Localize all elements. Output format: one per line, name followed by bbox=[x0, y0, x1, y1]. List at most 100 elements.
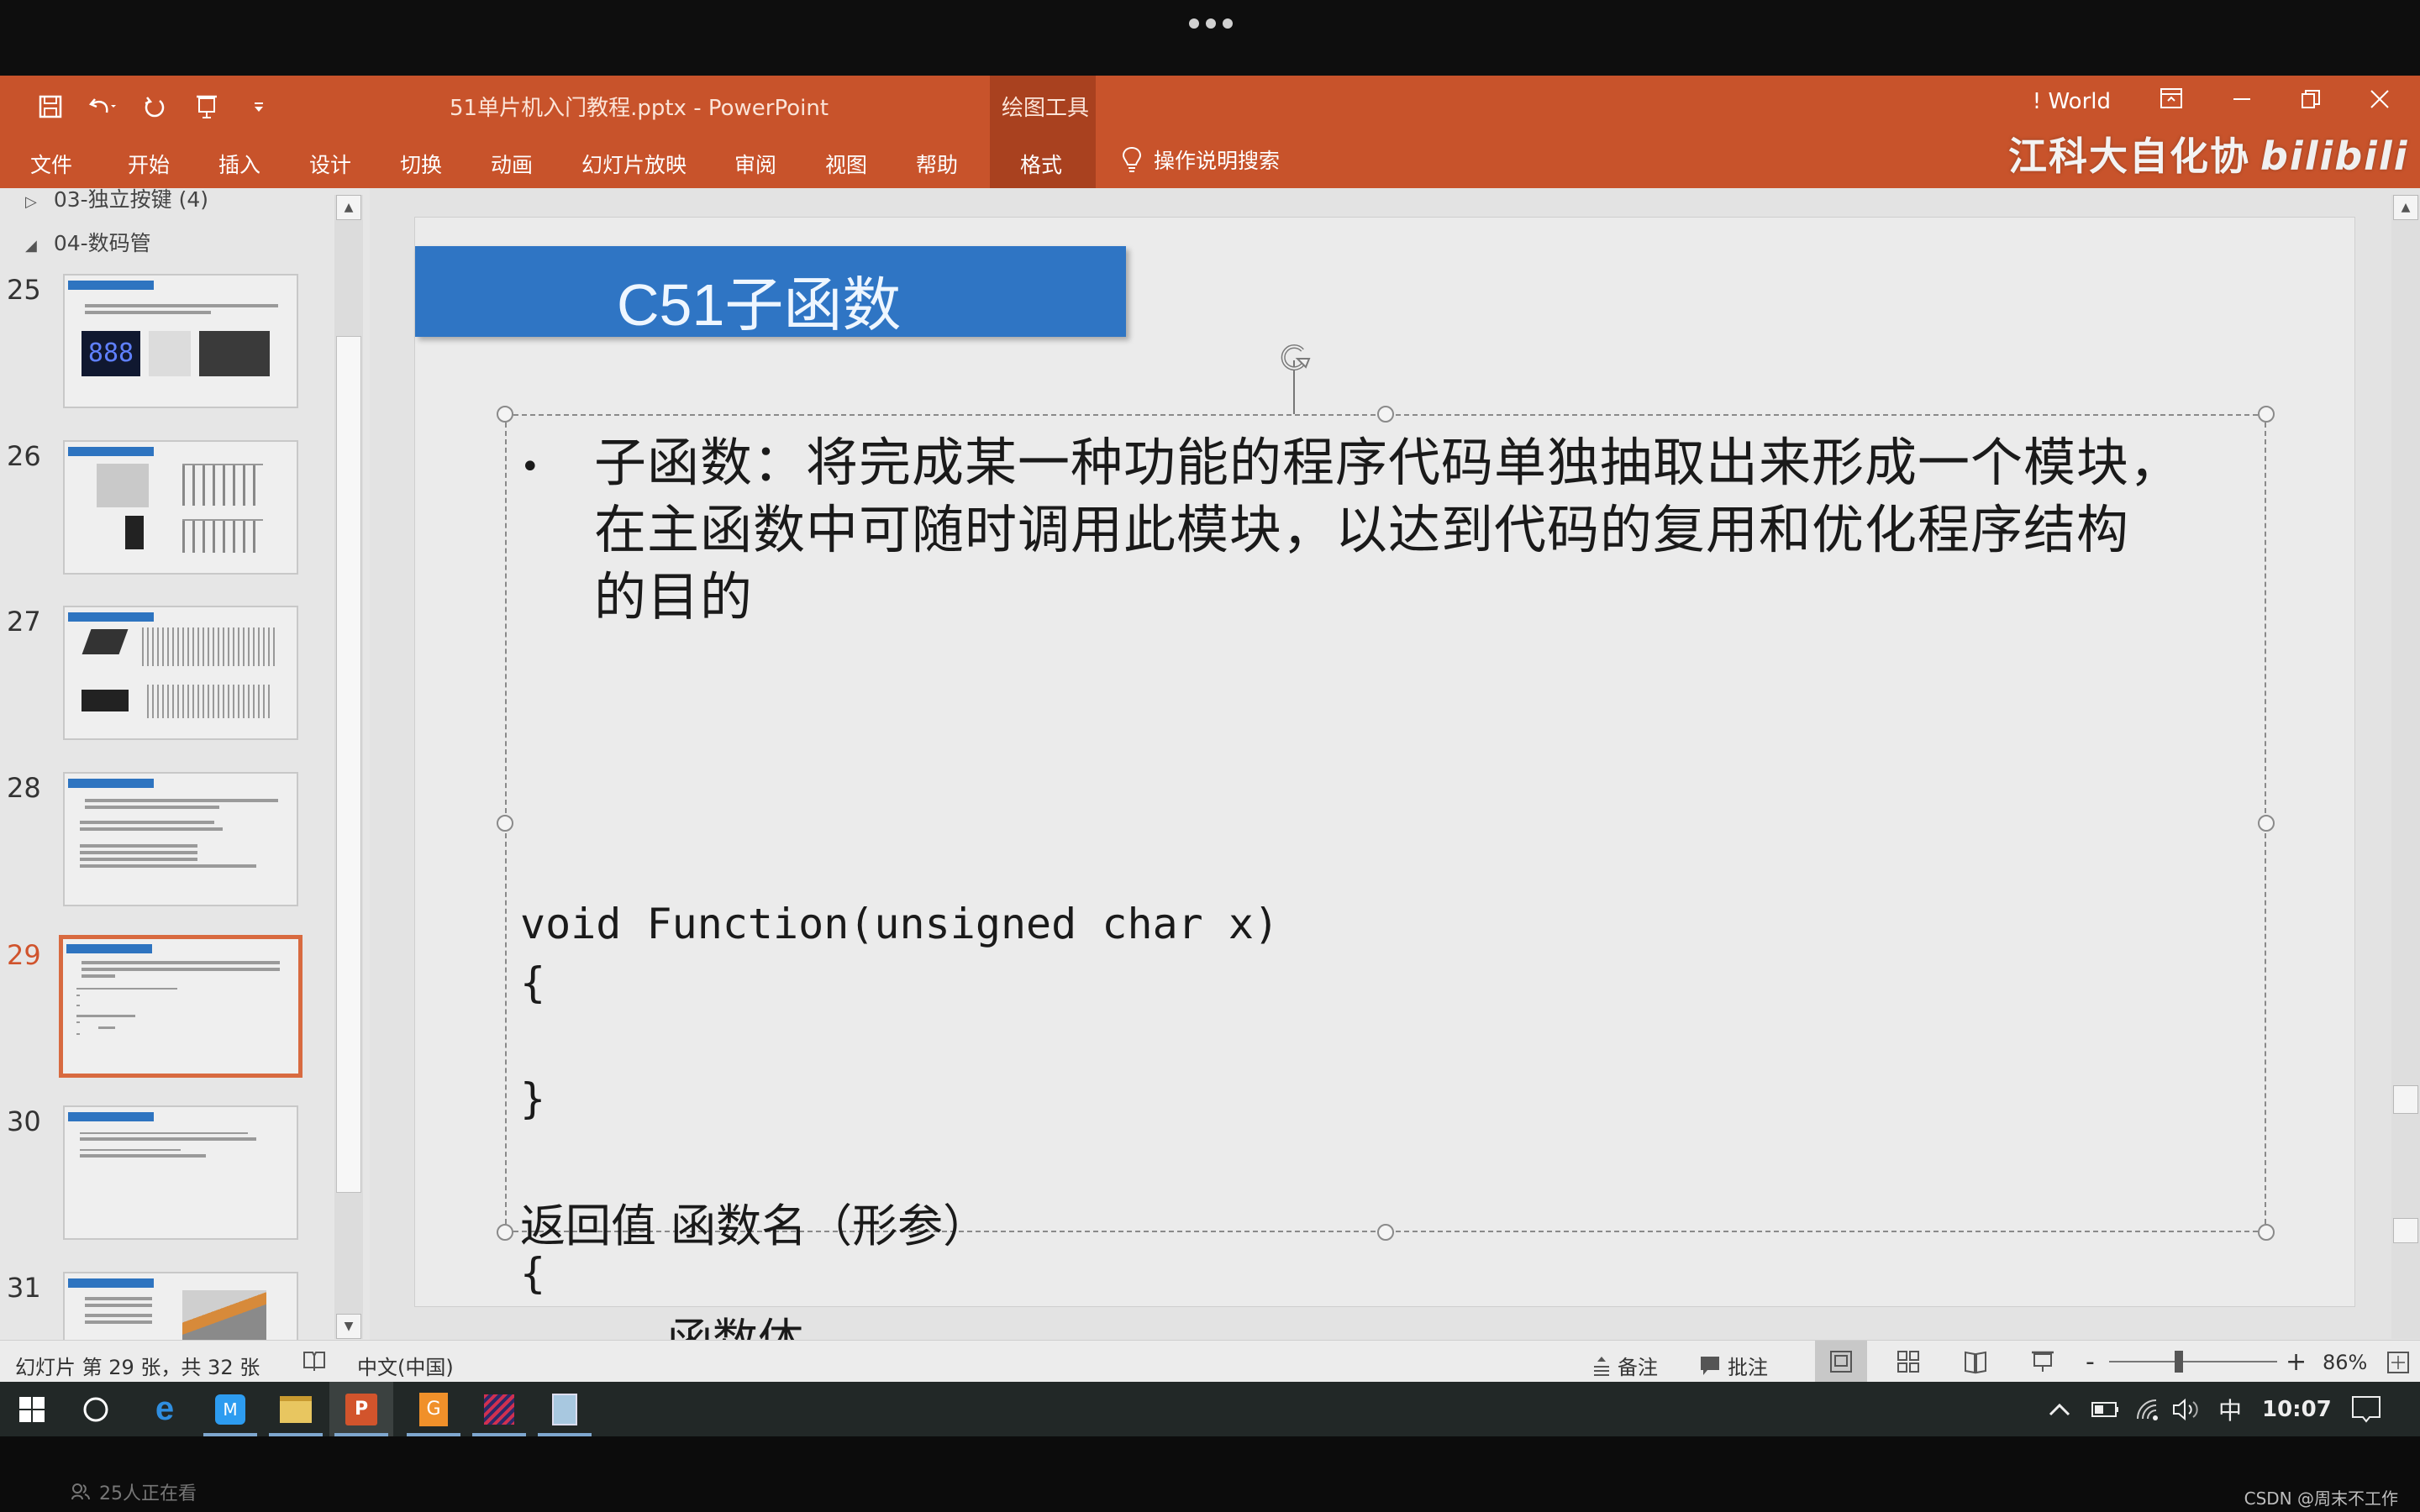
tell-me-search[interactable]: 操作说明搜索 bbox=[1122, 144, 1280, 175]
editor-scrollbar[interactable]: ▲ bbox=[2391, 195, 2420, 1339]
tab-review[interactable]: 审阅 bbox=[734, 149, 776, 179]
thumbnail-scrollbar[interactable]: ▲ ▼ bbox=[334, 195, 363, 1339]
thumbnail-diagram bbox=[182, 519, 263, 553]
language-status[interactable]: 中文(中国) bbox=[357, 1351, 454, 1380]
slide-thumbnail-31[interactable]: 31 bbox=[0, 1272, 336, 1340]
account-name[interactable]: ! World bbox=[2033, 89, 2111, 114]
section-expanded[interactable]: ◢ 04-数码管 bbox=[25, 227, 151, 257]
tab-slideshow[interactable]: 幻灯片放映 bbox=[581, 149, 687, 179]
slide-preview[interactable] bbox=[63, 440, 298, 575]
scrollbar-thumb[interactable] bbox=[336, 336, 361, 1193]
cortana-icon[interactable] bbox=[64, 1382, 128, 1436]
zoom-out-button[interactable]: - bbox=[2086, 1347, 2095, 1377]
slide-canvas[interactable]: C51子函数 • 子函数：将完成某一种功能的程序代码单独抽取出来形成一个模块， … bbox=[414, 217, 2355, 1414]
minimize-icon[interactable] bbox=[2232, 87, 2252, 115]
slide-editor: C51子函数 • 子函数：将完成某一种功能的程序代码单独抽取出来形成一个模块， … bbox=[370, 188, 2420, 1414]
close-icon[interactable] bbox=[2370, 87, 2390, 115]
resize-handle-top[interactable] bbox=[1377, 406, 1394, 423]
slide-thumbnail-27[interactable]: 27 bbox=[0, 606, 336, 740]
blue-app-icon[interactable]: M bbox=[198, 1382, 262, 1436]
slide-thumbnail-30[interactable]: 30 bbox=[0, 1105, 336, 1240]
windows-start-icon[interactable] bbox=[0, 1382, 64, 1436]
definition-line-3: 的目的 bbox=[594, 566, 754, 627]
action-center-icon[interactable] bbox=[2351, 1382, 2381, 1436]
normal-view-icon[interactable] bbox=[1815, 1341, 1867, 1383]
tab-design[interactable]: 设计 bbox=[309, 149, 351, 179]
customize-qat-icon[interactable] bbox=[242, 90, 276, 123]
rotate-handle-icon[interactable] bbox=[1272, 337, 1316, 381]
section-collapsed[interactable]: ▷ 03-独立按键 (4) bbox=[25, 188, 208, 213]
redo-icon[interactable] bbox=[138, 90, 171, 123]
slide-sorter-icon[interactable] bbox=[1882, 1341, 1934, 1383]
zoom-in-button[interactable]: + bbox=[2286, 1347, 2307, 1377]
orange-app-icon[interactable]: G bbox=[402, 1382, 466, 1436]
ribbon-display-options-icon[interactable] bbox=[2160, 87, 2183, 115]
tab-view[interactable]: 视图 bbox=[825, 149, 867, 179]
viewer-count-label: 25人正在看 bbox=[99, 1483, 197, 1504]
scroll-down-icon[interactable]: ▼ bbox=[336, 1314, 361, 1339]
tab-format[interactable]: 格式 bbox=[1020, 149, 1062, 179]
file-explorer-icon[interactable] bbox=[264, 1382, 328, 1436]
spell-check-icon[interactable] bbox=[302, 1351, 326, 1373]
notes-app-icon[interactable] bbox=[533, 1382, 597, 1436]
thumbnail-image bbox=[182, 1290, 266, 1340]
fit-to-window-icon[interactable] bbox=[2386, 1351, 2410, 1374]
save-icon[interactable] bbox=[34, 90, 67, 123]
volume-icon[interactable] bbox=[2171, 1382, 2202, 1436]
slide-preview[interactable] bbox=[63, 772, 298, 906]
slide-thumbnail-25[interactable]: 25 888 bbox=[0, 274, 336, 408]
resize-handle-top-left[interactable] bbox=[497, 406, 513, 423]
resize-handle-right[interactable] bbox=[2258, 815, 2275, 832]
show-hidden-icons[interactable] bbox=[2047, 1382, 2072, 1436]
slide-number: 25 bbox=[7, 274, 41, 306]
resize-handle-bottom-left[interactable] bbox=[497, 1224, 513, 1241]
undo-icon[interactable] bbox=[86, 90, 119, 123]
collapse-triangle-icon[interactable]: ◢ bbox=[25, 237, 37, 255]
scrollbar-thumb[interactable] bbox=[2393, 1085, 2418, 1114]
slide-thumbnail-28[interactable]: 28 bbox=[0, 772, 336, 906]
expand-triangle-icon[interactable]: ▷ bbox=[25, 193, 37, 211]
tab-home[interactable]: 开始 bbox=[128, 149, 170, 179]
scroll-up-icon[interactable]: ▲ bbox=[2393, 195, 2418, 220]
slide-preview-selected[interactable] bbox=[59, 935, 302, 1078]
slideshow-view-icon[interactable] bbox=[2017, 1341, 2069, 1383]
slide-preview[interactable] bbox=[63, 1105, 298, 1240]
slide-body-text[interactable]: • 子函数：将完成某一种功能的程序代码单独抽取出来形成一个模块， 在主函数中可随… bbox=[520, 429, 2251, 1414]
edge-browser-icon[interactable]: e bbox=[133, 1382, 197, 1436]
zoom-slider-track[interactable] bbox=[2109, 1361, 2277, 1362]
reading-view-icon[interactable] bbox=[1949, 1341, 2002, 1383]
resize-handle-top-right[interactable] bbox=[2258, 406, 2275, 423]
tab-transitions[interactable]: 切换 bbox=[400, 149, 442, 179]
resize-handle-bottom-right[interactable] bbox=[2258, 1224, 2275, 1241]
tab-insert[interactable]: 插入 bbox=[218, 149, 260, 179]
start-slideshow-icon[interactable] bbox=[190, 90, 224, 123]
slide-thumbnail-29[interactable]: 29 bbox=[0, 935, 336, 1078]
tab-file[interactable]: 文件 bbox=[30, 149, 72, 179]
resize-handle-left[interactable] bbox=[497, 815, 513, 832]
powerpoint-icon[interactable]: P bbox=[329, 1382, 393, 1436]
tab-help[interactable]: 帮助 bbox=[916, 149, 958, 179]
red-app-icon[interactable] bbox=[467, 1382, 531, 1436]
slide-thumbnail-26[interactable]: 26 bbox=[0, 440, 336, 575]
resize-handle-bottom[interactable] bbox=[1377, 1224, 1394, 1241]
clock-time[interactable]: 10:07 bbox=[2262, 1382, 2332, 1436]
battery-icon[interactable] bbox=[2091, 1382, 2121, 1436]
comments-button[interactable]: 批注 bbox=[1699, 1351, 1768, 1380]
slide-title-box[interactable]: C51子函数 bbox=[415, 246, 1126, 338]
wifi-icon[interactable] bbox=[2134, 1382, 2160, 1436]
slide-number: 31 bbox=[7, 1272, 41, 1304]
viewer-count: 25人正在看 bbox=[71, 1478, 197, 1505]
input-method-indicator[interactable]: 中 bbox=[2218, 1382, 2242, 1436]
notes-label: 备注 bbox=[1618, 1356, 1658, 1379]
slide-preview[interactable]: 888 bbox=[63, 274, 298, 408]
scroll-up-icon[interactable]: ▲ bbox=[336, 195, 361, 220]
more-options-icon[interactable] bbox=[1189, 18, 1233, 29]
previous-slide-icon[interactable] bbox=[2393, 1218, 2418, 1243]
tab-animations[interactable]: 动画 bbox=[491, 149, 533, 179]
notes-button[interactable]: 备注 bbox=[1592, 1351, 1658, 1380]
slide-preview[interactable] bbox=[63, 606, 298, 740]
zoom-level[interactable]: 86% bbox=[2323, 1351, 2367, 1374]
slide-preview[interactable] bbox=[63, 1272, 298, 1340]
zoom-slider-thumb[interactable] bbox=[2175, 1351, 2183, 1373]
restore-icon[interactable] bbox=[2301, 87, 2321, 115]
